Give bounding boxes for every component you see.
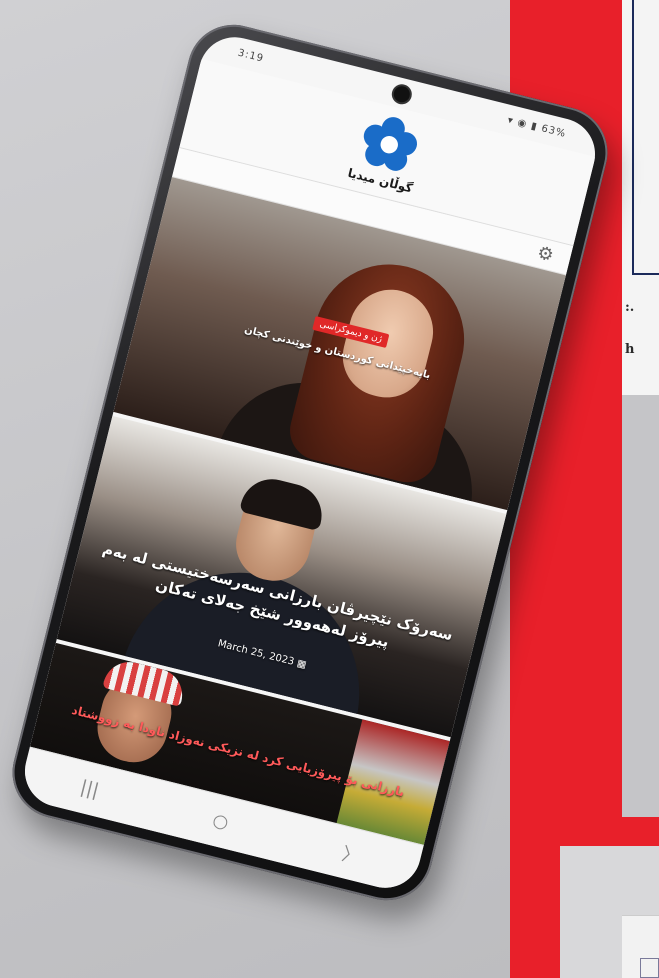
home-icon[interactable]: ○ — [210, 809, 230, 833]
corner-box — [640, 958, 659, 978]
gear-icon[interactable]: ⚙ — [532, 241, 559, 268]
calendar-icon: ▦ — [295, 657, 308, 671]
status-time: 3:19 — [236, 47, 266, 65]
flower-logo-icon[interactable] — [354, 109, 424, 179]
gray-card — [622, 395, 659, 817]
back-icon[interactable]: 〉 — [340, 839, 364, 869]
side-text-1: :. — [625, 300, 635, 315]
navy-frame — [632, 0, 659, 275]
red-strip — [560, 818, 659, 846]
side-text-2: h — [625, 342, 635, 357]
recent-apps-icon[interactable]: ||| — [78, 776, 101, 801]
status-icons: ▾ ◉ ▮ 63% — [506, 114, 568, 140]
